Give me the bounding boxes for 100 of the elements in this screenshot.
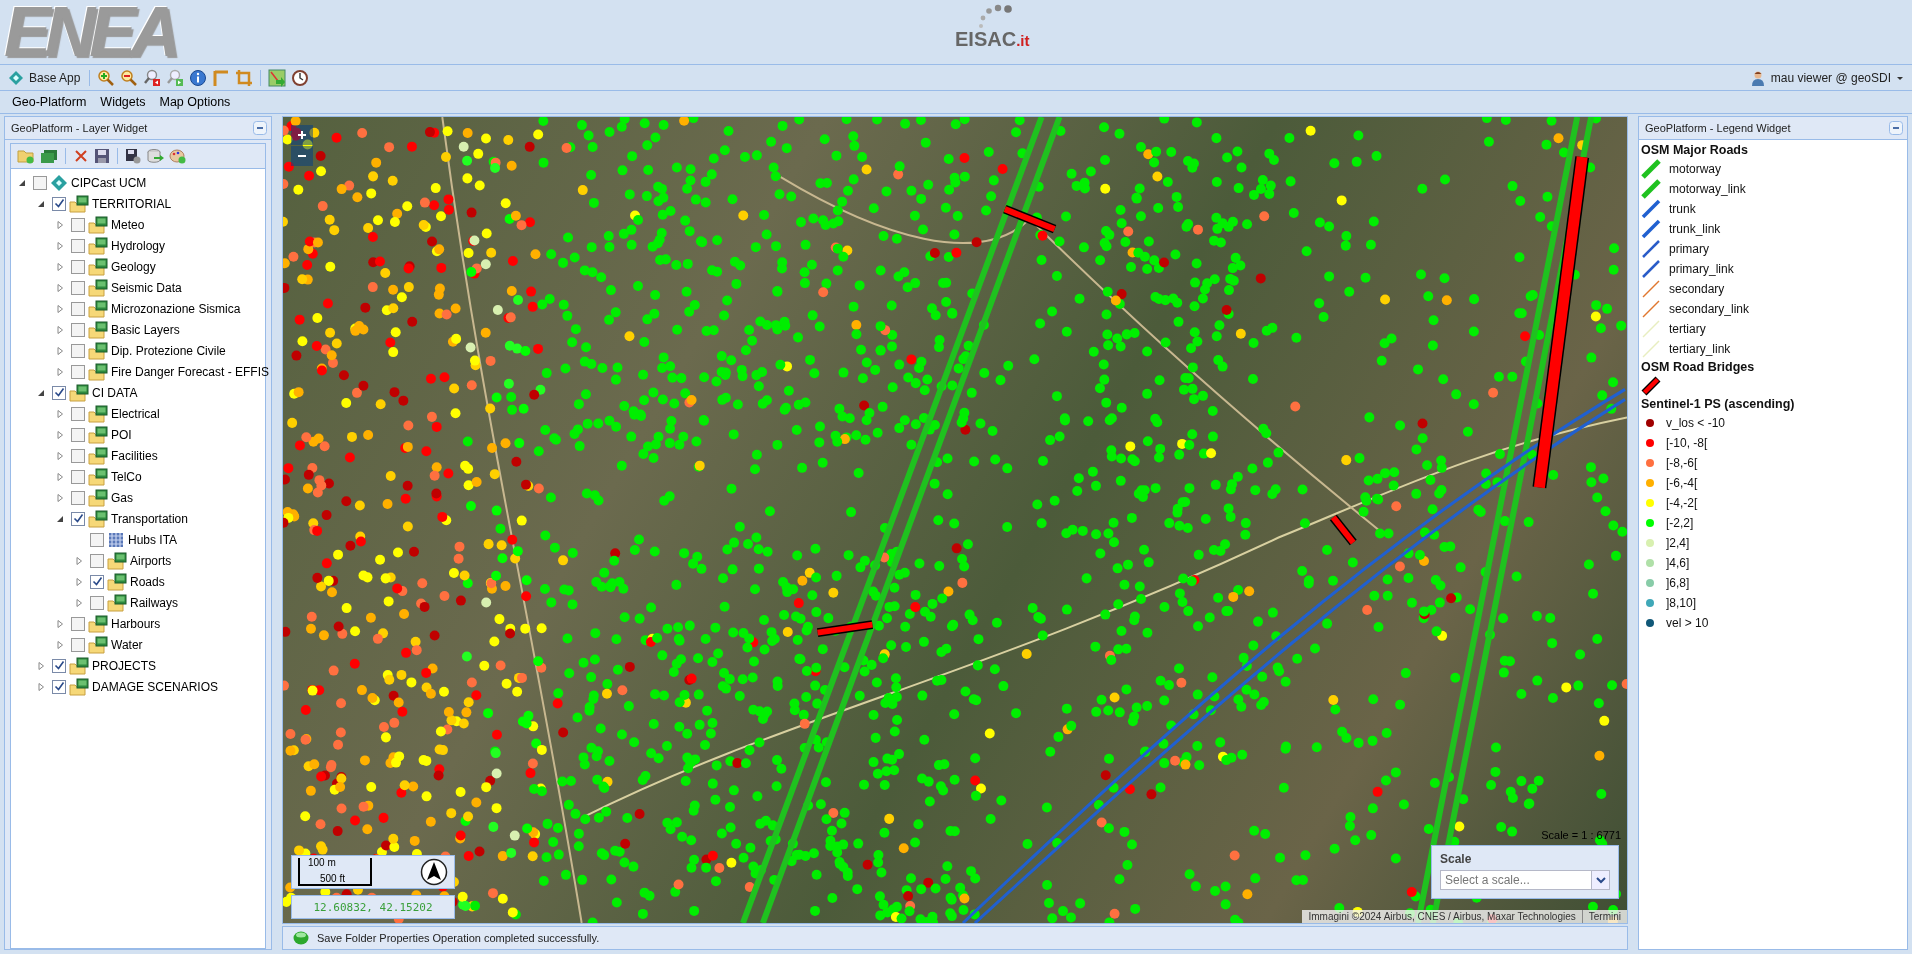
coordinates-readout: 12.60832, 42.15202 <box>291 895 455 919</box>
legend-label: ]4,6] <box>1666 556 1690 570</box>
imagery-attribution: Immagini ©2024 Airbus, CNES / Airbus, Maxar Technologies <box>1302 910 1582 923</box>
add-folder-icon[interactable] <box>17 148 35 164</box>
layer-label[interactable]: POI <box>111 427 132 442</box>
map-export-icon[interactable] <box>268 68 287 87</box>
layer-checkbox[interactable] <box>52 658 66 673</box>
layer-label[interactable]: Water <box>111 637 143 652</box>
import-icon[interactable] <box>146 148 164 164</box>
layer-checkbox[interactable] <box>90 532 104 547</box>
layer-label[interactable]: Airports <box>130 553 172 568</box>
layer-checkbox[interactable] <box>71 637 85 652</box>
layer-label[interactable]: Hydrology <box>111 238 166 253</box>
layer-checkbox[interactable] <box>71 406 85 421</box>
layer-checkbox[interactable] <box>90 574 104 589</box>
zoom-in-button[interactable] <box>291 125 313 145</box>
layer-label[interactable]: DAMAGE SCENARIOS <box>92 679 219 694</box>
layer-checkbox[interactable] <box>71 364 85 379</box>
layer-checkbox[interactable] <box>71 238 85 253</box>
layer-label[interactable]: Geology <box>111 259 156 274</box>
menu-item[interactable]: Geo-Platform <box>6 93 93 111</box>
layer-folder-icon <box>107 551 127 570</box>
panel-title: GeoPlatform - Legend Widget <box>1645 122 1791 134</box>
base-app-button[interactable]: Base App <box>6 69 83 86</box>
scale-readout: Scale = 1 : 6771 <box>1541 829 1621 841</box>
layer-label[interactable]: Basic Layers <box>111 322 180 337</box>
layer-checkbox[interactable] <box>71 343 85 358</box>
layer-checkbox[interactable] <box>90 553 104 568</box>
layer-label[interactable]: Facilities <box>111 448 158 463</box>
layer-folder-icon <box>88 509 108 528</box>
layer-label[interactable]: Meteo <box>111 217 145 232</box>
user-menu-button[interactable]: mau viewer @ geoSDI <box>1747 69 1906 86</box>
scale-select-field[interactable]: Select a scale... <box>1440 870 1592 890</box>
success-icon <box>293 931 309 945</box>
layer-checkbox[interactable] <box>71 511 85 526</box>
zoom-in-icon[interactable] <box>97 68 116 87</box>
layer-checkbox[interactable] <box>71 280 85 295</box>
layer-checkbox[interactable] <box>71 448 85 463</box>
layer-label[interactable]: TelCo <box>111 469 142 484</box>
layer-label[interactable]: Seismic Data <box>111 280 182 295</box>
plus-icon <box>296 129 308 141</box>
raster-layer-icon <box>107 530 125 549</box>
palette-icon[interactable] <box>169 148 187 164</box>
layer-label[interactable]: Electrical <box>111 406 160 421</box>
layer-label[interactable]: PROJECTS <box>92 658 156 673</box>
app-icon <box>50 173 68 192</box>
legend-section-title: OSM Road Bridges <box>1641 359 1756 376</box>
legend-label: [-2,2] <box>1666 516 1694 530</box>
layer-label[interactable]: CI DATA <box>92 385 138 400</box>
layer-label[interactable]: Microzonazione Sismica <box>111 301 241 316</box>
zoom-out-icon[interactable] <box>120 68 139 87</box>
add-layer-icon[interactable] <box>40 148 58 164</box>
layer-label[interactable]: Fire Danger Forecast - EFFIS <box>111 364 270 379</box>
layer-folder-icon <box>107 593 127 612</box>
layer-label[interactable]: Hubs ITA <box>128 532 178 547</box>
layer-checkbox[interactable] <box>71 427 85 442</box>
layer-checkbox[interactable] <box>71 490 85 505</box>
layer-folder-icon <box>88 488 108 507</box>
satellite-map-placeholder[interactable]: 100 m 500 ft 12.60832, 42.15202 Scale = 1 : 6771 Scale Select a scale... Immagini ©2024 Airbus, CNES / Airbus, Maxar Technologies Termini <box>282 116 1628 924</box>
legend-label: [-10, -8[ <box>1666 436 1708 450</box>
zoom-previous-icon[interactable] <box>143 68 162 87</box>
terms-link[interactable]: Termini <box>1581 910 1627 923</box>
layer-checkbox[interactable] <box>33 175 47 190</box>
crop-icon[interactable] <box>235 68 254 87</box>
info-icon[interactable] <box>189 68 208 87</box>
layer-folder-icon <box>88 467 108 486</box>
collapse-icon[interactable] <box>253 121 267 135</box>
layer-checkbox[interactable] <box>71 322 85 337</box>
clock-icon[interactable] <box>291 68 310 87</box>
menu-item[interactable]: Map Options <box>153 93 237 111</box>
scale-imperial-label: 500 ft <box>320 873 346 884</box>
layer-label[interactable]: Railways <box>130 595 178 610</box>
layer-checkbox[interactable] <box>71 259 85 274</box>
layer-label[interactable]: Roads <box>130 574 165 589</box>
delete-icon[interactable] <box>73 148 89 164</box>
legend-label: v_los < -10 <box>1666 416 1726 430</box>
layer-label[interactable]: TERRITORIAL <box>92 196 172 211</box>
layer-checkbox[interactable] <box>71 217 85 232</box>
layer-checkbox[interactable] <box>71 616 85 631</box>
layer-folder-icon <box>88 635 108 654</box>
save-settings-icon[interactable] <box>125 148 141 164</box>
zoom-out-button[interactable] <box>291 146 313 166</box>
layer-label[interactable]: Gas <box>111 490 133 505</box>
layer-checkbox[interactable] <box>52 385 66 400</box>
layer-checkbox[interactable] <box>71 301 85 316</box>
dropdown-button[interactable] <box>1592 870 1610 890</box>
layer-label[interactable]: Transportation <box>111 511 188 526</box>
layer-checkbox[interactable] <box>90 595 104 610</box>
layer-checkbox[interactable] <box>52 196 66 211</box>
layer-folder-icon <box>88 215 108 234</box>
collapse-icon[interactable] <box>1889 121 1903 135</box>
save-icon[interactable] <box>94 148 110 164</box>
layer-folder-icon <box>69 677 89 696</box>
layer-checkbox[interactable] <box>71 469 85 484</box>
legend-label: secondary_link <box>1669 302 1750 316</box>
layer-checkbox[interactable] <box>52 679 66 694</box>
layer-label[interactable]: Dip. Protezione Civile <box>111 343 226 358</box>
layer-label[interactable]: CIPCast UCM <box>71 175 147 190</box>
layer-label[interactable]: Harbours <box>111 616 161 631</box>
menu-item[interactable]: Widgets <box>94 93 152 111</box>
